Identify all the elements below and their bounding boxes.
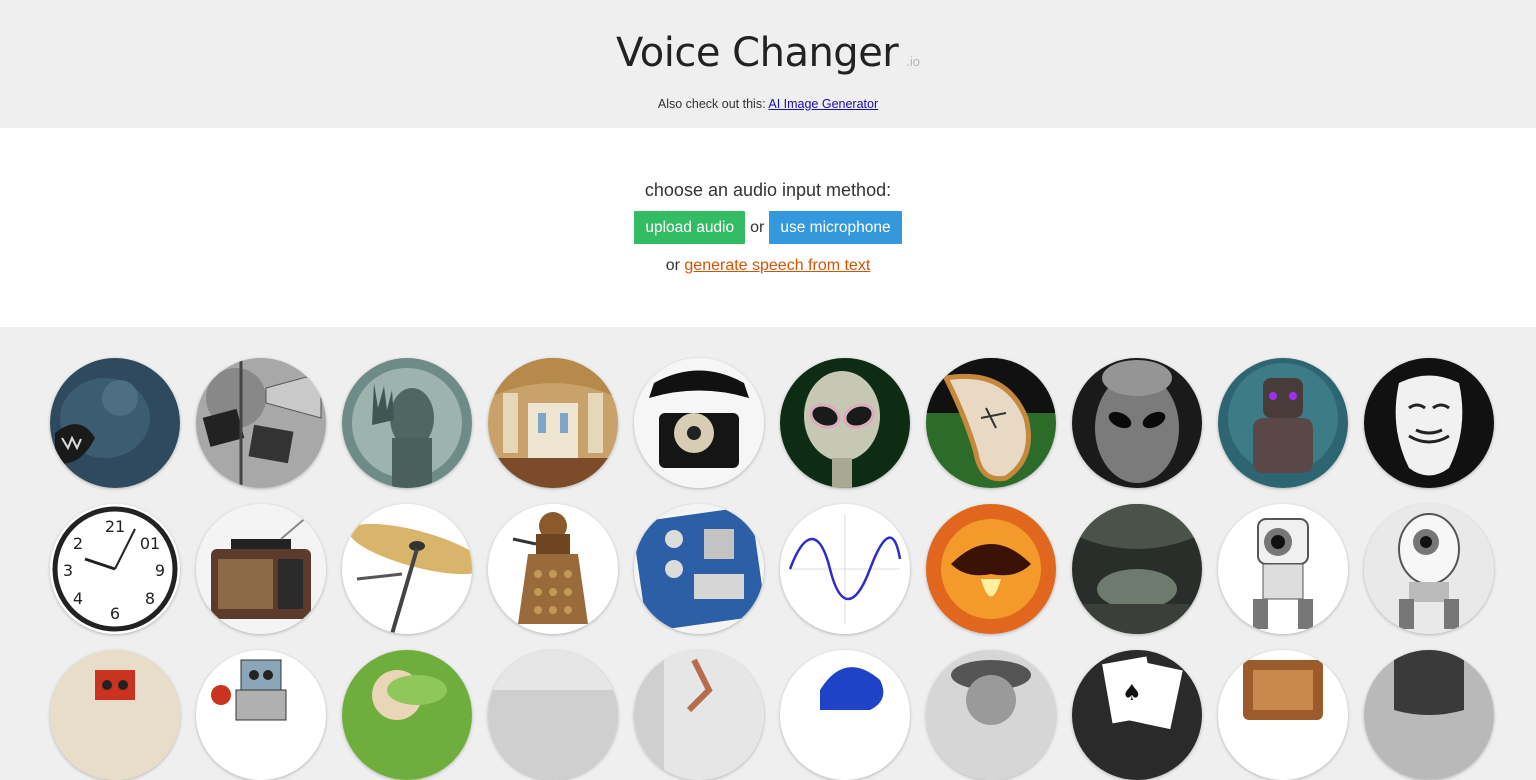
dalek-icon	[488, 504, 618, 634]
svg-text:21: 21	[105, 517, 125, 536]
voice-effect-old-man-icon[interactable]	[926, 650, 1056, 780]
voice-effect-cave-icon[interactable]	[1072, 504, 1202, 634]
site-title[interactable]: Voice Changer	[616, 30, 899, 76]
site-tld: .io	[906, 54, 920, 69]
voice-effect-dalek-icon[interactable]	[488, 504, 618, 634]
title-row: Voice Changer .io	[0, 30, 1536, 76]
ghost-icon	[342, 358, 472, 488]
voice-effect-monster-icon[interactable]	[50, 358, 180, 488]
use-microphone-button[interactable]: use microphone	[769, 211, 902, 244]
voice-effect-ghost-icon[interactable]	[342, 358, 472, 488]
input-method-prompt: choose an audio input method:	[644, 180, 892, 200]
alien-icon	[780, 358, 910, 488]
checkout-prefix: Also check out this:	[657, 97, 766, 111]
eye-robot-icon	[1364, 504, 1494, 634]
voice-effect-megaphone-icon[interactable]	[196, 358, 326, 488]
cymbal-icon	[342, 504, 472, 634]
dancer-icon	[634, 650, 764, 780]
input-method-panel: choose an audio input method: upload aud…	[0, 128, 1536, 327]
voice-effect-alien-icon[interactable]	[780, 358, 910, 488]
voice-effect-cymbal-icon[interactable]	[342, 504, 472, 634]
svg-text:9: 9	[155, 561, 165, 580]
megaphone-icon	[196, 358, 326, 488]
voice-effect-grey-alien-icon[interactable]	[1072, 358, 1202, 488]
voice-effect-playing-cards-icon[interactable]: ♠	[1072, 650, 1202, 780]
voice-effect-radio-icon[interactable]	[196, 504, 326, 634]
or-separator: or	[750, 218, 765, 236]
dark-portrait-icon	[1364, 650, 1494, 780]
voice-effect-eye-robot-icon[interactable]	[1364, 504, 1494, 634]
voice-effect-synth-pedal-icon[interactable]	[634, 504, 764, 634]
voice-effect-reversed-clock-icon[interactable]: 21 01 9 8 6 4 3 2	[50, 504, 180, 634]
toy-robot-icon	[50, 650, 180, 780]
voice-effect-dark-portrait-icon[interactable]	[1364, 650, 1494, 780]
sonic-icon	[780, 650, 910, 780]
tts-prefix: or	[665, 257, 680, 274]
voice-effect-sine-wave-icon[interactable]	[780, 504, 910, 634]
upload-audio-button[interactable]: upload audio	[634, 211, 746, 244]
cat-robot-icon	[1218, 504, 1348, 634]
reversed-clock-icon: 21 01 98 6 432	[50, 504, 180, 634]
fire-demon-icon	[926, 504, 1056, 634]
svg-text:01: 01	[140, 534, 160, 553]
svg-text:8: 8	[145, 589, 155, 608]
voice-effect-snail-icon[interactable]	[342, 650, 472, 780]
voice-effect-foggy-icon[interactable]	[488, 650, 618, 780]
tts-row: or generate speech from text	[0, 257, 1536, 275]
synth-pedal-icon	[634, 504, 764, 634]
voice-effect-telephone-icon[interactable]	[634, 358, 764, 488]
voice-effect-fire-demon-icon[interactable]	[926, 504, 1056, 634]
robot-armor-icon	[1218, 358, 1348, 488]
ai-image-generator-link[interactable]: AI Image Generator	[768, 97, 878, 111]
radio-cabinet-icon	[1218, 650, 1348, 780]
voice-effect-toy-robot-icon[interactable]	[50, 650, 180, 780]
checkout-line: Also check out this: AI Image Generator	[0, 97, 1536, 111]
voice-effect-cathedral-icon[interactable]	[488, 358, 618, 488]
snail-icon	[342, 650, 472, 780]
voice-effect-sonic-icon[interactable]	[780, 650, 910, 780]
playing-cards-icon: ♠	[1072, 650, 1202, 780]
input-buttons: upload audio or use microphone	[0, 211, 1536, 244]
voice-effect-radio-cabinet-icon[interactable]	[1218, 650, 1348, 780]
monster-icon	[50, 358, 180, 488]
svg-text:6: 6	[110, 604, 120, 623]
voice-effect-anonymous-mask-icon[interactable]	[1364, 358, 1494, 488]
voice-effect-melting-clock-icon[interactable]	[926, 358, 1056, 488]
grey-alien-icon	[1072, 358, 1202, 488]
svg-text:4: 4	[73, 589, 83, 608]
cathedral-icon	[488, 358, 618, 488]
anonymous-mask-icon	[1364, 358, 1494, 488]
svg-text:3: 3	[63, 561, 73, 580]
voice-effect-cat-robot-icon[interactable]	[1218, 504, 1348, 634]
melting-clock-icon	[926, 358, 1056, 488]
foggy-icon	[488, 650, 618, 780]
voice-effect-tin-robot-icon[interactable]	[196, 650, 326, 780]
tin-robot-icon	[196, 650, 326, 780]
svg-text:2: 2	[73, 534, 83, 553]
telephone-icon	[634, 358, 764, 488]
generate-speech-link[interactable]: generate speech from text	[684, 257, 870, 274]
sine-wave-icon	[780, 504, 910, 634]
radio-icon	[196, 504, 326, 634]
cave-icon	[1072, 504, 1202, 634]
old-man-icon	[926, 650, 1056, 780]
site-header: Voice Changer .io Also check out this: AI…	[0, 0, 1536, 128]
voice-effect-dancer-icon[interactable]	[634, 650, 764, 780]
voice-effect-robot-armor-icon[interactable]	[1218, 358, 1348, 488]
